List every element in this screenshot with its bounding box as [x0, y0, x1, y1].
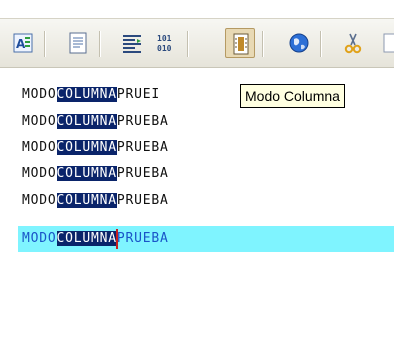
toolbar-separator	[320, 31, 321, 57]
line-text-after: PRUEI	[116, 87, 161, 102]
line-text-after: PRUEBA	[116, 231, 169, 246]
window-top-strip	[0, 0, 394, 18]
column-mode-button[interactable]	[225, 28, 255, 58]
align-lines-icon	[123, 35, 141, 53]
line-text-before: MODO	[22, 114, 57, 129]
document-icon	[69, 32, 87, 54]
editor-line: MODOCOLUMNAPRUEBA	[22, 163, 394, 185]
toolbar-separator	[262, 31, 263, 57]
editor-line: MODOCOLUMNAPRUEBA	[22, 111, 394, 133]
line-text-before: MODO	[22, 193, 57, 208]
document-button[interactable]	[63, 28, 93, 58]
svg-text:101: 101	[157, 34, 172, 43]
toolbar-separator	[44, 31, 45, 57]
svg-text:A: A	[16, 37, 26, 51]
scissors-icon	[344, 33, 362, 54]
line-text-after: PRUEBA	[116, 166, 169, 181]
toolbar: A 101 010	[0, 18, 394, 68]
line-text-after: PRUEBA	[116, 140, 169, 155]
svg-text:010: 010	[157, 44, 172, 53]
column-selection: COLUMNA	[56, 193, 117, 208]
line-text-after: PRUEBA	[116, 193, 169, 208]
column-selection: COLUMNA	[56, 140, 117, 155]
text-format-icon: A	[13, 33, 33, 53]
globe-button[interactable]	[284, 28, 314, 58]
text-editor[interactable]: MODOCOLUMNAPRUEI MODOCOLUMNAPRUEBA MODOC…	[0, 69, 394, 352]
editor-line: MODOCOLUMNAPRUEBA	[22, 190, 394, 212]
column-selection: COLUMNA	[56, 87, 117, 102]
document-icon	[383, 33, 394, 53]
column-selection: COLUMNA	[56, 114, 117, 129]
text-format-button[interactable]: A	[8, 28, 38, 58]
align-lines-button[interactable]	[117, 28, 147, 58]
next-toolbar-button[interactable]	[374, 28, 394, 58]
column-selection: COLUMNA	[56, 231, 117, 246]
toolbar-separator	[99, 31, 100, 57]
line-text-before: MODO	[22, 87, 57, 102]
column-selection: COLUMNA	[56, 166, 117, 181]
line-text-before: MODO	[22, 140, 57, 155]
line-text-before: MODO	[22, 166, 57, 181]
line-text-after: PRUEBA	[116, 114, 169, 129]
column-mode-icon	[233, 33, 249, 55]
cut-button[interactable]	[338, 28, 368, 58]
editor-line: MODOCOLUMNAPRUEBA	[22, 137, 394, 159]
line-text-before: MODO	[22, 231, 57, 246]
globe-icon	[289, 33, 309, 53]
tooltip: Modo Columna	[240, 84, 345, 108]
binary-icon: 101 010	[157, 34, 172, 53]
toolbar-separator	[187, 31, 188, 57]
binary-button[interactable]: 101 010	[151, 28, 181, 58]
current-editor-line: MODOCOLUMNAPRUEBA	[18, 226, 394, 252]
